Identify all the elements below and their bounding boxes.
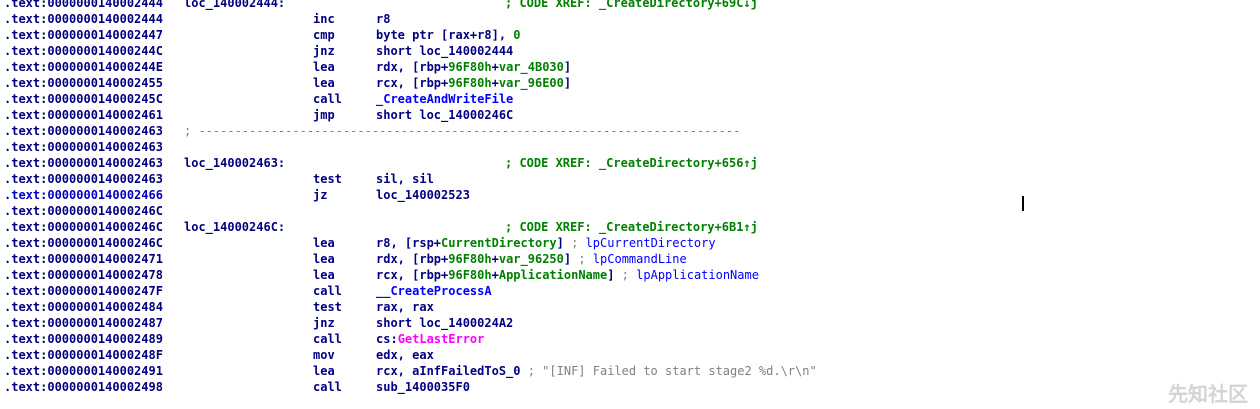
address[interactable]: .text:0000000140002463 xyxy=(4,171,163,187)
address[interactable]: .text:0000000140002463 xyxy=(4,123,163,139)
address[interactable]: .text:000000014000246C xyxy=(4,203,163,219)
mnemonic[interactable]: lea xyxy=(313,267,335,283)
mnemonic[interactable]: jnz xyxy=(313,43,335,59)
mnemonic[interactable]: call xyxy=(313,91,342,107)
text-cursor xyxy=(1022,196,1024,211)
address[interactable]: .text:000000014000244C xyxy=(4,43,163,59)
address[interactable]: .text:000000014000246C xyxy=(4,219,163,235)
operands[interactable]: loc_140002523 xyxy=(376,187,470,203)
operands[interactable]: byte ptr [rax+r8], 0 xyxy=(376,27,521,43)
mnemonic[interactable]: call xyxy=(313,331,342,347)
mnemonic[interactable]: cmp xyxy=(313,27,335,43)
mnemonic[interactable]: inc xyxy=(313,11,335,27)
separator-line: ; --------------------------------------… xyxy=(184,124,741,138)
operands[interactable]: rcx, aInfFailedToS_0 ; "[INF] Failed to … xyxy=(376,363,817,379)
address[interactable]: .text:0000000140002461 xyxy=(4,107,163,123)
address[interactable]: .text:0000000140002455 xyxy=(4,75,163,91)
operands[interactable]: edx, eax xyxy=(376,347,434,363)
mnemonic[interactable]: lea xyxy=(313,363,335,379)
mnemonic[interactable]: jmp xyxy=(313,107,335,123)
watermark: 先知社区 xyxy=(1168,382,1248,406)
operands[interactable]: short loc_1400024A2 xyxy=(376,315,513,331)
mnemonic[interactable]: mov xyxy=(313,347,335,363)
address[interactable]: .text:0000000140002463 xyxy=(4,139,163,155)
mnemonic[interactable]: jnz xyxy=(313,315,335,331)
mnemonic[interactable]: lea xyxy=(313,59,335,75)
operands[interactable]: r8, [rsp+CurrentDirectory] ; lpCurrentDi… xyxy=(376,235,716,251)
operands[interactable]: rcx, [rbp+96F80h+var_96E00] xyxy=(376,75,571,91)
xref-comment[interactable]: ; CODE XREF: _CreateDirectory+656↑j xyxy=(505,155,758,171)
address[interactable]: .text:000000014000246C xyxy=(4,235,163,251)
address[interactable]: .text:000000014000247F xyxy=(4,283,163,299)
address[interactable]: .text:0000000140002444 xyxy=(4,0,163,11)
operands[interactable]: sub_1400035F0 xyxy=(376,379,470,395)
xref-comment[interactable]: ; CODE XREF: _CreateDirectory+6B1↑j xyxy=(505,219,758,235)
mnemonic[interactable]: lea xyxy=(313,251,335,267)
address[interactable]: .text:0000000140002489 xyxy=(4,331,163,347)
code-label[interactable]: loc_14000246C: xyxy=(184,219,285,235)
address[interactable]: .text:000000014000244E xyxy=(4,59,163,75)
address[interactable]: .text:0000000140002471 xyxy=(4,251,163,267)
operands[interactable]: r8 xyxy=(376,11,390,27)
address[interactable]: .text:0000000140002491 xyxy=(4,363,163,379)
address[interactable]: .text:000000014000245C xyxy=(4,91,163,107)
operands[interactable]: short loc_14000246C xyxy=(376,107,513,123)
address[interactable]: .text:0000000140002447 xyxy=(4,27,163,43)
mnemonic[interactable]: call xyxy=(313,379,342,395)
operands[interactable]: cs:GetLastError xyxy=(376,331,484,347)
code-label[interactable]: loc_140002444: xyxy=(184,0,285,11)
address[interactable]: .text:0000000140002478 xyxy=(4,267,163,283)
operands[interactable]: rdx, [rbp+96F80h+var_4B030] xyxy=(376,59,571,75)
operands[interactable]: _CreateAndWriteFile xyxy=(376,91,513,107)
mnemonic[interactable]: jz xyxy=(313,187,327,203)
address[interactable]: .text:0000000140002487 xyxy=(4,315,163,331)
operands[interactable]: rax, rax xyxy=(376,299,434,315)
address[interactable]: .text:0000000140002463 xyxy=(4,155,163,171)
xref-comment[interactable]: ; CODE XREF: _CreateDirectory+69C↓j xyxy=(505,0,758,11)
address[interactable]: .text:0000000140002466 xyxy=(4,187,163,203)
address[interactable]: .text:0000000140002484 xyxy=(4,299,163,315)
code-label[interactable]: loc_140002463: xyxy=(184,155,285,171)
operands[interactable]: rcx, [rbp+96F80h+ApplicationName] ; lpAp… xyxy=(376,267,759,283)
mnemonic[interactable]: test xyxy=(313,171,342,187)
mnemonic[interactable]: call xyxy=(313,283,342,299)
operands[interactable]: short loc_140002444 xyxy=(376,43,513,59)
mnemonic[interactable]: lea xyxy=(313,235,335,251)
operands[interactable]: rdx, [rbp+96F80h+var_96250] ; lpCommandL… xyxy=(376,251,687,267)
mnemonic[interactable]: test xyxy=(313,299,342,315)
address[interactable]: .text:000000014000248F xyxy=(4,347,163,363)
address[interactable]: .text:0000000140002498 xyxy=(4,379,163,395)
mnemonic[interactable]: lea xyxy=(313,75,335,91)
operands[interactable]: sil, sil xyxy=(376,171,434,187)
address[interactable]: .text:0000000140002444 xyxy=(4,11,163,27)
operands[interactable]: __CreateProcessA xyxy=(376,283,492,299)
